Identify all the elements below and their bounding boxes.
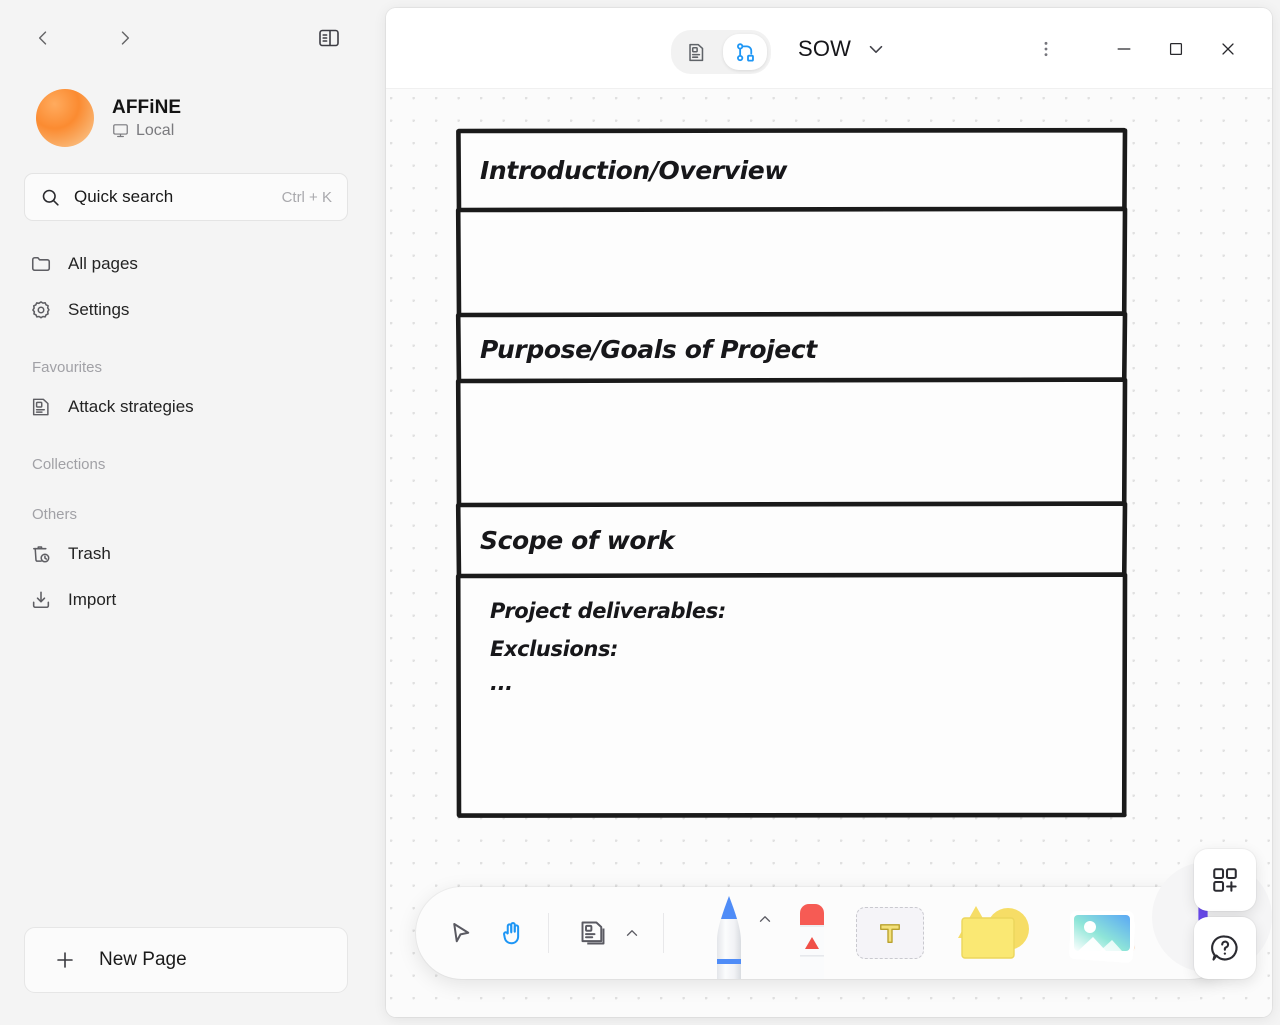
image-icon [1068,910,1136,963]
workspace-avatar [36,89,94,147]
hand-tool-button[interactable] [486,907,538,959]
sidebar-item-label: Settings [68,300,130,319]
section-label-others: Others [32,505,78,523]
more-options-button[interactable] [1020,23,1072,75]
sidebar-item-attack-strategies[interactable]: Attack strategies [14,384,358,430]
select-tool-button[interactable] [434,907,486,959]
shapes-icon [958,906,1029,959]
sidebar-toggle-button[interactable] [310,19,348,57]
canvas-note[interactable]: Scope of work [455,501,1128,582]
workspace-name: AFFiNE [112,96,182,118]
chevron-down-icon[interactable] [865,38,887,60]
workspace-sync-status: Local [112,122,181,140]
edgeless-mode-button[interactable] [723,34,767,70]
canvas-note[interactable]: Project deliverables: Exclusions: ... [455,572,1128,818]
eraser-tool-button[interactable] [792,887,832,979]
note-heading: Introduction/Overview [480,156,788,185]
toolbar-divider [663,913,664,953]
doc-title: SOW [798,36,852,61]
note-border [455,206,1128,319]
workspace-selector[interactable]: AFFiNE Local [12,76,360,154]
canvas-note[interactable] [455,206,1128,319]
text-tool-button[interactable] [856,907,924,959]
trash-icon [30,543,52,565]
sidebar-item-label: Import [68,590,117,609]
minimize-button[interactable] [1098,23,1150,75]
quick-search-label: Quick search [74,187,174,206]
close-button[interactable] [1202,23,1254,75]
grid-plus-icon [1213,868,1237,892]
note-border [455,377,1128,511]
toolbar-divider [548,913,549,953]
search-icon [40,187,61,208]
sidebar-item-label: Attack strategies [68,397,194,416]
section-label-favourites: Favourites [32,358,103,376]
editor-window: SOW Introduction/Overview Purpose/Goals … [386,8,1272,1017]
gear-icon [30,299,52,321]
new-page-label: New Page [99,949,187,970]
doc-icon [30,396,52,418]
workspace-sync-label: Local [136,121,175,139]
quick-search-input[interactable]: Quick search Ctrl + K [24,173,348,221]
page-mode-button[interactable] [675,34,719,70]
sidebar-item-label: Trash [68,544,111,563]
edgeless-toolbar [416,887,1236,979]
pen-tool-caret-icon[interactable] [756,910,774,928]
sidebar-item-settings[interactable]: Settings [14,287,358,333]
help-button[interactable] [1194,917,1256,979]
canvas-note[interactable] [455,377,1128,511]
mode-switcher [671,30,771,74]
nav-forward-button[interactable] [106,19,144,57]
sidebar: AFFiNE Local Quick search Ctrl + K All p… [0,0,372,1025]
monitor-icon [112,122,129,139]
nav-back-button[interactable] [24,19,62,57]
sidebar-topbar [0,0,372,76]
canvas-note[interactable]: Introduction/Overview [456,127,1128,215]
sidebar-item-label: All pages [68,254,138,273]
template-button[interactable] [1194,849,1256,911]
window-controls [1020,8,1272,89]
doc-title-group[interactable]: SOW [798,36,887,62]
sidebar-nav-list: All pages Settings Favourites Attack str… [0,241,372,623]
note-body-line: Project deliverables: [490,599,726,623]
sidebar-item-all-pages[interactable]: All pages [14,241,358,287]
eraser-icon [800,904,824,979]
quick-search-shortcut: Ctrl + K [281,188,332,206]
note-tool-caret-icon[interactable] [623,924,641,942]
pen-icon [717,896,741,979]
note-heading: Scope of work [480,526,675,555]
sidebar-item-trash[interactable]: Trash [14,531,358,577]
import-icon [30,589,52,611]
sidebar-item-import[interactable]: Import [14,577,358,623]
maximize-button[interactable] [1150,23,1202,75]
plus-icon [53,948,77,972]
note-heading: Purpose/Goals of Project [480,335,817,364]
folder-icon [30,253,52,275]
media-tool-button[interactable] [1062,887,1146,979]
question-bubble-icon [1211,935,1238,961]
text-t-icon [880,924,900,943]
shape-tool-button[interactable] [954,887,1040,979]
section-label-collections: Collections [32,455,106,473]
note-body-line: Exclusions: [490,637,619,661]
note-tool-button[interactable] [567,907,619,959]
edgeless-canvas[interactable]: Introduction/Overview Purpose/Goals of P… [386,89,1272,1017]
new-page-button[interactable]: New Page [24,927,348,993]
note-body-line: ... [490,671,513,695]
pen-tool-button[interactable] [708,887,750,979]
editor-header: SOW [386,8,1272,89]
